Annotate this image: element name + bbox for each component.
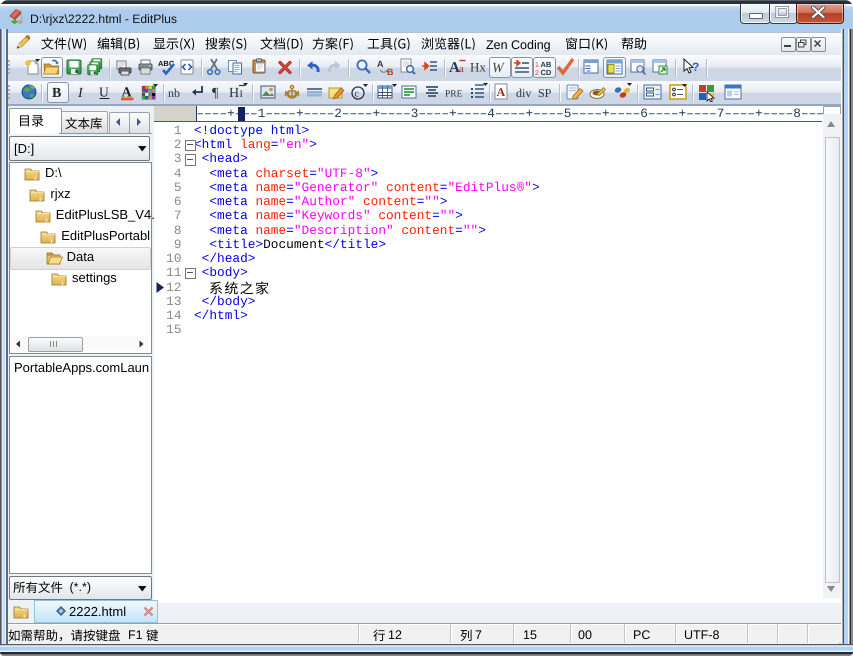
- svg-text:¶: ¶: [212, 86, 219, 100]
- svg-text:B: B: [52, 86, 61, 100]
- svg-text:PRE: PRE: [445, 90, 463, 100]
- svg-text:I: I: [240, 89, 243, 100]
- svg-text:H: H: [229, 86, 239, 100]
- svg-text:2: 2: [535, 70, 539, 76]
- svg-text:c: c: [355, 89, 360, 100]
- svg-text:I: I: [77, 86, 84, 100]
- svg-text:div: div: [516, 86, 531, 100]
- svg-text:?: ?: [692, 60, 699, 74]
- svg-text:CD: CD: [541, 68, 552, 76]
- svg-text:SP: SP: [538, 86, 552, 100]
- svg-text:A: A: [497, 85, 506, 99]
- svg-text:Hx: Hx: [470, 60, 486, 75]
- svg-text:1: 1: [535, 62, 539, 69]
- svg-text:U: U: [99, 85, 109, 100]
- svg-text:a: a: [459, 63, 464, 75]
- svg-text:B: B: [387, 67, 394, 76]
- svg-text:W: W: [492, 61, 505, 75]
- svg-text:nb: nb: [168, 86, 180, 100]
- svg-text:A: A: [377, 59, 384, 69]
